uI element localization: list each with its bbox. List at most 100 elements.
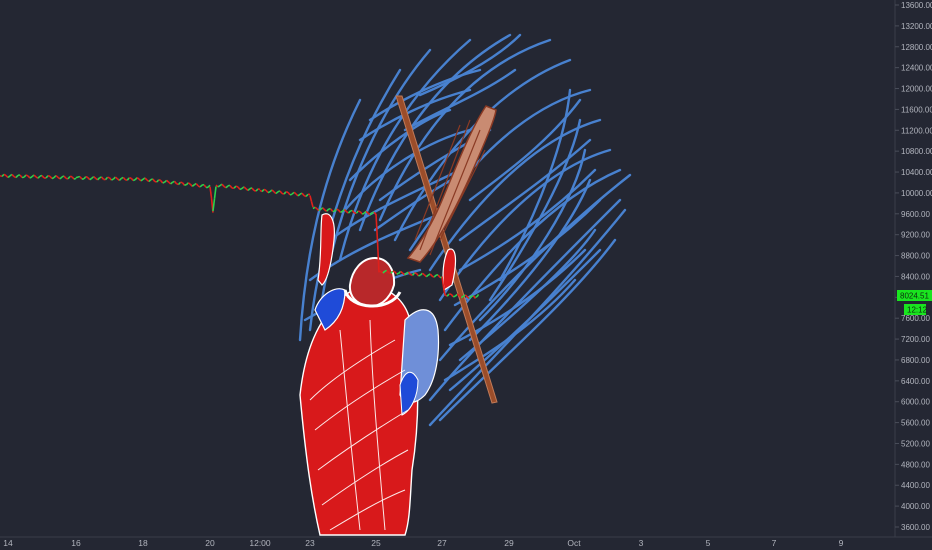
price-tick-label: 4000.00 <box>901 502 930 511</box>
price-segment <box>144 177 148 181</box>
time-tick-label: 20 <box>205 538 215 548</box>
price-segment <box>156 179 160 183</box>
price-segment <box>97 177 101 181</box>
price-segment <box>273 191 277 195</box>
price-segment <box>237 186 241 190</box>
price-segment <box>423 274 427 278</box>
price-chart[interactable]: 13600.00 13200.00 12800.00 12400.00 12000.00… <box>0 0 932 550</box>
price-segment <box>287 191 291 196</box>
price-segment <box>37 175 41 179</box>
price-segment <box>91 175 95 179</box>
price-segment <box>429 273 433 277</box>
price-segment <box>158 179 161 182</box>
price-segment <box>83 176 87 180</box>
price-segment <box>355 210 359 214</box>
price-segment <box>245 188 249 192</box>
price-segment <box>233 185 237 189</box>
price-segment <box>170 181 174 185</box>
price-segment <box>107 176 110 179</box>
price-segment <box>217 184 221 188</box>
price-segment <box>269 189 273 193</box>
price-series <box>0 173 480 299</box>
price-segment <box>261 188 265 193</box>
price-segment <box>309 195 313 202</box>
price-segment <box>225 185 229 189</box>
price-tick-label: 6000.00 <box>901 398 930 407</box>
price-tick-label: 5600.00 <box>901 419 930 428</box>
price-segment <box>235 185 239 188</box>
price-segment <box>425 274 429 278</box>
price-segment <box>140 178 144 182</box>
time-tick-label: 3 <box>639 538 644 548</box>
price-segment <box>59 176 63 180</box>
price-segment <box>160 179 164 184</box>
price-segment <box>75 176 79 179</box>
time-tick-label: 5 <box>706 538 711 548</box>
price-segment <box>47 174 51 178</box>
price-segment <box>33 174 37 178</box>
price-tick-label: 12000.00 <box>901 85 932 94</box>
price-segment <box>100 176 105 180</box>
time-axis[interactable]: 14 16 18 20 12:00 23 25 27 29 Oct 3 5 7 9 <box>3 538 843 548</box>
price-segment <box>168 181 172 185</box>
price-segment <box>67 175 71 180</box>
price-segment <box>19 174 23 179</box>
time-tick-label: 9 <box>839 538 844 548</box>
price-segment <box>291 191 295 195</box>
price-segment <box>71 176 75 180</box>
price-segment <box>326 208 330 212</box>
price-segment <box>396 272 400 275</box>
price-segment <box>340 210 343 214</box>
price-segment <box>337 209 342 213</box>
price-segment <box>55 175 59 178</box>
price-segment <box>1 173 5 177</box>
price-tick-label: 9600.00 <box>901 210 930 219</box>
price-segment <box>15 174 19 179</box>
price-segment <box>187 182 191 185</box>
price-segment <box>310 201 314 208</box>
price-segment <box>359 211 363 215</box>
time-tick-label: 25 <box>371 538 381 548</box>
price-segment <box>49 175 53 180</box>
price-segment <box>392 270 395 273</box>
price-segment <box>93 176 97 180</box>
price-segment <box>27 175 31 179</box>
price-tick-label: 11200.00 <box>901 126 932 135</box>
price-segment <box>265 189 269 194</box>
price-segment <box>289 193 293 196</box>
price-segment <box>347 210 351 214</box>
price-segment <box>357 210 361 213</box>
price-segment <box>3 173 7 177</box>
price-segment <box>185 182 189 186</box>
price-segment <box>162 181 165 184</box>
price-segment <box>173 180 178 185</box>
price-segment <box>41 174 45 179</box>
time-tick-label: 18 <box>138 538 148 548</box>
price-segment <box>104 176 109 181</box>
price-segment <box>23 174 27 178</box>
price-segment <box>111 178 114 181</box>
chart-window[interactable]: 13600.00 13200.00 12800.00 12400.00 12000.00… <box>0 0 932 550</box>
price-axis[interactable]: 13600.00 13200.00 12800.00 12400.00 12000.00… <box>895 1 932 532</box>
price-segment <box>283 191 287 195</box>
price-segment <box>275 191 279 195</box>
price-tick-label: 10800.00 <box>901 147 932 156</box>
price-segment <box>421 272 425 276</box>
price-segment <box>415 272 420 277</box>
price-segment <box>195 183 199 187</box>
price-segment <box>132 179 136 182</box>
price-segment <box>267 190 271 194</box>
price-segment <box>85 175 89 179</box>
price-segment <box>189 183 193 187</box>
price-tick-label: 3600.00 <box>901 523 930 532</box>
time-tick-label: 23 <box>305 538 315 548</box>
price-segment <box>419 272 423 276</box>
price-segment <box>476 294 480 298</box>
price-tick-label: 13200.00 <box>901 22 932 31</box>
price-segment <box>87 176 91 181</box>
last-price-badge: 8024.51 <box>897 290 932 301</box>
price-segment <box>181 182 186 186</box>
price-tick-label: 4400.00 <box>901 481 930 490</box>
time-tick-label: Oct <box>567 538 581 548</box>
price-segment <box>209 186 213 199</box>
